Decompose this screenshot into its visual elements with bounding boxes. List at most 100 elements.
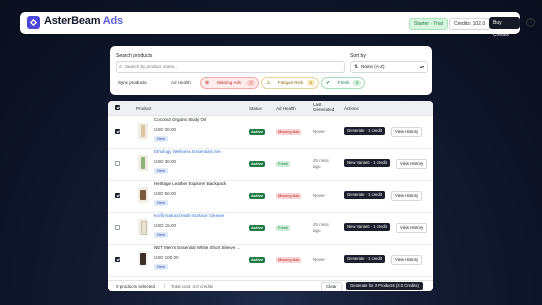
ad-health-badge: Missing Ads (276, 193, 302, 199)
last-generated: Never (313, 129, 326, 134)
row-checkbox[interactable] (115, 257, 120, 262)
generate-button[interactable]: Generate · 1 credit (344, 191, 385, 199)
product-price: USD 20.00 (154, 127, 177, 132)
filter-panel: Search products ⌕ Search by product name… (110, 46, 432, 95)
product-name: NET Men's Essential White Short Sleeve .… (154, 245, 241, 250)
table-header: Product Status Ad Health Last Generated … (108, 101, 433, 116)
last-generated: Never (313, 193, 326, 198)
generate-button[interactable]: Generate · 1 credit (344, 255, 385, 263)
table-row: Coconut Organic Body Oil USD 20.00 New A… (108, 116, 433, 149)
last-generated: 45 mins ago (313, 158, 329, 169)
warning-icon: ⚠ (266, 80, 271, 86)
credits-balance: Credits: 102.0 (449, 18, 491, 30)
footer-separator: | (164, 283, 166, 289)
product-price: USD 15.00 (154, 223, 177, 228)
column-actions: Actions (344, 106, 359, 111)
view-history-button[interactable]: View History (396, 223, 428, 233)
product-thumbnail (138, 219, 148, 235)
chevron-up-down-icon: ▴▾ (419, 64, 424, 69)
product-thumbnail (138, 251, 148, 267)
selection-footer: 0 products selected | Total cost: 3.0 cr… (108, 280, 433, 291)
clear-selection-button[interactable]: Clear (321, 282, 342, 291)
table-row: Ethology Wellness Essentials Set USD 30.… (108, 148, 433, 181)
chip-label: Missing Ads (217, 80, 242, 85)
ad-health-badge: Missing Ads (276, 129, 302, 135)
sort-value: Name (A-Z) (361, 64, 385, 69)
column-ad-health: Ad Health (276, 106, 296, 111)
new-tag: New (154, 264, 169, 270)
plan-badge: Starter · Trial (409, 18, 448, 30)
product-price: USD 100.00 (154, 255, 179, 260)
status-badge: Active (249, 193, 266, 199)
product-thumbnail (138, 187, 148, 203)
top-navbar: AsterBeam Ads Starter · Trial Credits: 1… (20, 12, 535, 38)
new-variant-button[interactable]: New Variant · 1 credit (344, 223, 390, 231)
view-history-button[interactable]: View History (391, 191, 423, 201)
sort-label: Sort by (350, 53, 366, 59)
ad-health-badge: Missing Ads (276, 257, 302, 263)
brand-name: AsterBeam Ads (44, 15, 123, 27)
product-name[interactable]: Ethology Wellness Essentials Set (154, 149, 221, 154)
last-generated: Never (313, 257, 326, 262)
chip-label: Fresh (338, 80, 350, 85)
sort-icon: ⇅ (354, 64, 359, 70)
ad-health-badge: Fresh (276, 161, 291, 167)
product-name: Coconut Organic Body Oil (154, 117, 207, 122)
new-variant-button[interactable]: New Variant · 1 credit (344, 159, 390, 167)
new-tag: New (154, 232, 169, 238)
chip-label: Fatigue Risk (278, 80, 304, 85)
ad-health-badge: Fresh (276, 225, 291, 231)
table-row: NET Men's Essential White Short Sleeve .… (108, 244, 433, 277)
column-status: Status (249, 106, 262, 111)
table-row: Heritage Leather Explorer Backpack USD 5… (108, 180, 433, 213)
sort-select[interactable]: ⇅ Name (A-Z) ▴▾ (350, 61, 428, 73)
select-all-checkbox[interactable] (115, 105, 120, 110)
view-history-button[interactable]: View History (396, 159, 428, 169)
brand-suffix: Ads (102, 15, 123, 27)
chip-count: 3 (353, 80, 361, 86)
status-badge: Active (249, 225, 266, 231)
generate-selected-button[interactable]: Generate for 3 Products (3.0 Credits) (346, 282, 423, 290)
column-last-generated: Last Generated (313, 102, 335, 112)
view-history-button[interactable]: View History (391, 127, 423, 137)
product-price: USD 50.00 (154, 191, 177, 196)
sync-products-button[interactable]: Sync products (118, 80, 147, 85)
brand-text: AsterBeam (44, 15, 101, 27)
product-thumbnail (138, 155, 148, 171)
status-badge: Active (249, 161, 266, 167)
view-history-button[interactable]: View History (391, 255, 423, 265)
search-placeholder: Search by product name... (125, 64, 178, 69)
selected-count: 0 products selected (116, 284, 156, 289)
buy-credits-button[interactable]: Buy Credits (489, 17, 520, 38)
x-circle-icon: ⊗ (205, 80, 210, 86)
status-badge: Active (249, 129, 266, 135)
last-generated: 45 mins ago (313, 222, 329, 233)
total-cost: Total cost: 3.0 credits (171, 284, 214, 289)
chip-count: 0 (307, 80, 315, 86)
check-circle-icon: ✔ (326, 80, 331, 86)
new-tag: New (154, 200, 169, 206)
column-product: Product (136, 106, 152, 111)
question-circle-icon[interactable]: ? (526, 18, 535, 27)
status-badge: Active (249, 257, 266, 263)
product-thumbnail (138, 123, 148, 139)
new-tag: New (154, 136, 169, 142)
ad-health-label: Ad Health (171, 80, 191, 85)
filter-chip-fresh[interactable]: ✔ Fresh 3 (321, 77, 365, 89)
brand-logo-icon (27, 16, 40, 29)
product-price: USD 30.00 (154, 159, 177, 164)
table-row: Knifit Natural Multi-Surface Cleaner USD… (108, 212, 433, 245)
row-checkbox[interactable] (115, 193, 120, 198)
search-label: Search products (116, 53, 153, 59)
filter-chip-fatigue-risk[interactable]: ⚠ Fatigue Risk 0 (261, 77, 319, 89)
product-name[interactable]: Knifit Natural Multi-Surface Cleaner (154, 213, 225, 218)
products-table: Product Status Ad Health Last Generated … (108, 101, 433, 291)
filter-chip-missing-ads[interactable]: ⊗ Missing Ads 7 (200, 77, 259, 89)
row-checkbox[interactable] (115, 225, 120, 230)
row-checkbox[interactable] (115, 129, 120, 134)
search-input[interactable]: ⌕ Search by product name... (116, 61, 345, 73)
search-icon: ⌕ (119, 64, 122, 70)
row-checkbox[interactable] (115, 161, 120, 166)
generate-button[interactable]: Generate · 1 credit (344, 127, 385, 135)
new-tag: New (154, 168, 169, 174)
